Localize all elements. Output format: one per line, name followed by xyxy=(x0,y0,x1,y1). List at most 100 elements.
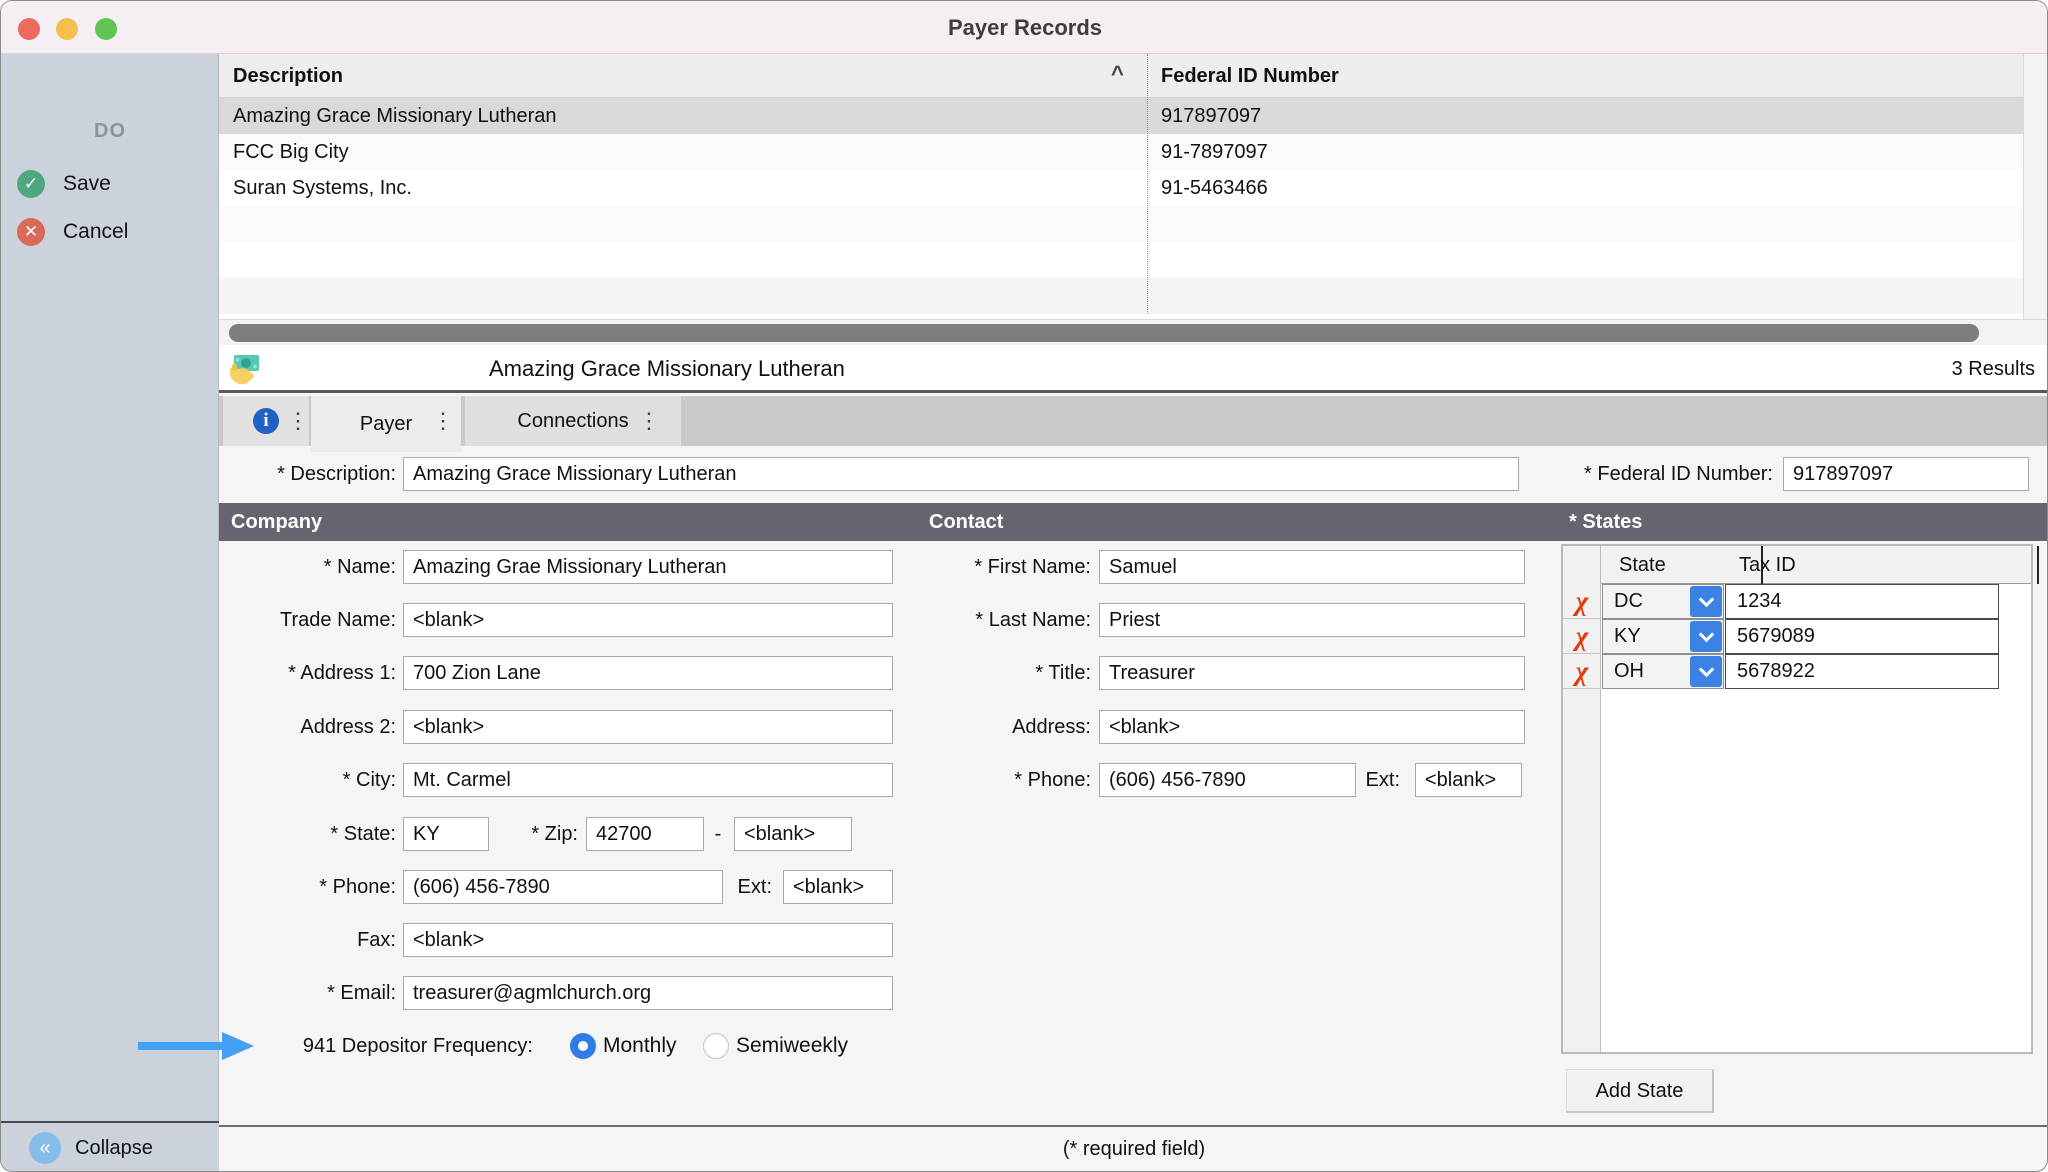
contact-address-label: Address: xyxy=(851,710,1091,744)
state-select[interactable]: OH xyxy=(1602,654,1724,689)
scrollbar-thumb[interactable] xyxy=(229,324,1979,342)
fax-label: Fax: xyxy=(151,923,396,957)
state-value: KY xyxy=(1614,625,1641,647)
cancel-x-icon: ✕ xyxy=(17,218,45,246)
first-name-input[interactable]: Samuel xyxy=(1099,550,1525,584)
zip-input[interactable]: 42700 xyxy=(586,817,704,851)
name-label: * Name: xyxy=(151,550,396,584)
tab-menu-dots-icon[interactable]: ⋮ xyxy=(432,396,454,446)
radio-semiweekly-label: Semiweekly xyxy=(736,1031,848,1061)
cancel-button-label: Cancel xyxy=(63,220,128,244)
description-input[interactable]: Amazing Grace Missionary Lutheran xyxy=(403,457,1519,491)
title-input[interactable]: Treasurer xyxy=(1099,656,1525,690)
cell-federal-id: 917897097 xyxy=(1161,98,1261,134)
collapse-button-label: Collapse xyxy=(75,1137,153,1160)
title-label: * Title: xyxy=(851,656,1091,690)
sort-ascending-icon[interactable]: ^ xyxy=(1111,54,1124,94)
tax-id-input[interactable]: 5678922 xyxy=(1725,654,1999,689)
federal-id-label: * Federal ID Number: xyxy=(1531,457,1773,491)
table-row[interactable]: FCC Big City 91-7897097 xyxy=(219,134,2023,170)
first-name-label: * First Name: xyxy=(851,550,1091,584)
record-header: Amazing Grace Missionary Lutheran 3 Resu… xyxy=(219,345,2048,393)
delete-state-icon[interactable]: χ xyxy=(1563,619,1601,654)
add-state-button[interactable]: Add State xyxy=(1566,1069,1714,1113)
tab-menu-dots-icon[interactable]: ⋮ xyxy=(638,396,660,446)
collapse-button[interactable]: « Collapse xyxy=(1,1121,219,1172)
states-row: χ KY 5679089 xyxy=(1563,619,2031,654)
tax-id-input[interactable]: 1234 xyxy=(1725,584,1999,619)
table-header-row: Description ^ Federal ID Number xyxy=(219,54,2023,98)
column-header-federal-id[interactable]: Federal ID Number xyxy=(1161,54,1339,98)
table-row-selected[interactable]: Amazing Grace Missionary Lutheran 917897… xyxy=(219,98,2023,134)
cell-description: FCC Big City xyxy=(233,134,349,170)
company-phone-label: * Phone: xyxy=(151,870,396,904)
last-name-label: * Last Name: xyxy=(851,603,1091,637)
tab-menu-dots-icon[interactable]: ⋮ xyxy=(287,396,309,446)
column-header-description[interactable]: Description xyxy=(233,54,343,98)
state-input[interactable]: KY xyxy=(403,817,489,851)
title-bar: Payer Records xyxy=(1,1,2048,54)
trade-name-label: Trade Name: xyxy=(151,603,396,637)
trade-name-input[interactable]: <blank> xyxy=(403,603,893,637)
city-input[interactable]: Mt. Carmel xyxy=(403,763,893,797)
table-row-empty xyxy=(219,242,2023,278)
save-check-icon: ✓ xyxy=(17,170,45,198)
address1-input[interactable]: 700 Zion Lane xyxy=(403,656,893,690)
table-vertical-scrollbar[interactable] xyxy=(2023,54,2048,319)
depositor-frequency-label: 941 Depositor Frequency: xyxy=(223,1029,533,1063)
cell-federal-id: 91-7897097 xyxy=(1161,134,1268,170)
contact-ext-input[interactable]: <blank> xyxy=(1415,763,1522,797)
states-header-row: State Tax ID xyxy=(1601,546,2031,584)
table-row-empty xyxy=(219,278,2023,314)
state-dropdown-button[interactable] xyxy=(1690,621,1722,652)
table-horizontal-scrollbar[interactable] xyxy=(219,319,2048,345)
chevron-down-icon xyxy=(1698,591,1714,607)
radio-monthly-label: Monthly xyxy=(603,1031,677,1061)
contact-address-input[interactable]: <blank> xyxy=(1099,710,1525,744)
payer-records-window: Payer Records DO ✓ Save ✕ Cancel « Colla… xyxy=(0,0,2048,1172)
state-select[interactable]: DC xyxy=(1602,584,1724,619)
state-value: OH xyxy=(1614,660,1644,682)
delete-state-icon[interactable]: χ xyxy=(1563,654,1601,689)
states-row: χ DC 1234 xyxy=(1563,584,2031,619)
contact-phone-input[interactable]: (606) 456-7890 xyxy=(1099,763,1356,797)
annotation-arrow xyxy=(138,1030,254,1067)
last-name-input[interactable]: Priest xyxy=(1099,603,1525,637)
radio-monthly[interactable] xyxy=(570,1033,596,1059)
state-select[interactable]: KY xyxy=(1602,619,1724,654)
table-row-empty xyxy=(219,206,2023,242)
contact-phone-label: * Phone: xyxy=(851,763,1091,797)
cancel-button[interactable]: ✕ Cancel xyxy=(1,214,219,250)
company-phone-input[interactable]: (606) 456-7890 xyxy=(403,870,723,904)
zip-plus4-input[interactable]: <blank> xyxy=(734,817,852,851)
address2-label: Address 2: xyxy=(151,710,396,744)
states-column-divider xyxy=(2037,546,2039,584)
required-field-note: (* required field) xyxy=(219,1127,2048,1172)
tab-payer-label: Payer xyxy=(360,413,412,436)
tab-bar: i ⋮ Payer ⋮ Connections ⋮ xyxy=(219,396,2048,446)
federal-id-input[interactable]: 917897097 xyxy=(1783,457,2029,491)
section-header-contact: Contact xyxy=(929,503,1003,541)
state-dropdown-button[interactable] xyxy=(1690,586,1722,617)
name-input[interactable]: Amazing Grae Missionary Lutheran xyxy=(403,550,893,584)
company-ext-input[interactable]: <blank> xyxy=(783,870,893,904)
window-title: Payer Records xyxy=(1,1,2048,54)
radio-semiweekly[interactable] xyxy=(703,1033,729,1059)
email-label: * Email: xyxy=(151,976,396,1010)
fax-input[interactable]: <blank> xyxy=(403,923,893,957)
save-button[interactable]: ✓ Save xyxy=(1,166,219,202)
results-count: 3 Results xyxy=(1952,345,2035,393)
email-input[interactable]: treasurer@agmlchurch.org xyxy=(403,976,893,1010)
table-row[interactable]: Suran Systems, Inc. 91-5463466 xyxy=(219,170,2023,206)
company-ext-label: Ext: xyxy=(691,870,772,904)
delete-state-icon[interactable]: χ xyxy=(1563,584,1601,619)
tax-id-input[interactable]: 5679089 xyxy=(1725,619,1999,654)
section-header-company: Company xyxy=(231,503,322,541)
payer-money-in-hand-icon xyxy=(227,352,261,391)
sidebar-section-header: DO xyxy=(1,120,219,143)
address2-input[interactable]: <blank> xyxy=(403,710,893,744)
states-table: State Tax ID χ DC 1234 χ KY 5679089 χ OH xyxy=(1561,544,2033,1054)
state-dropdown-button[interactable] xyxy=(1690,656,1722,687)
zip-separator: - xyxy=(706,817,730,851)
address1-label: * Address 1: xyxy=(151,656,396,690)
